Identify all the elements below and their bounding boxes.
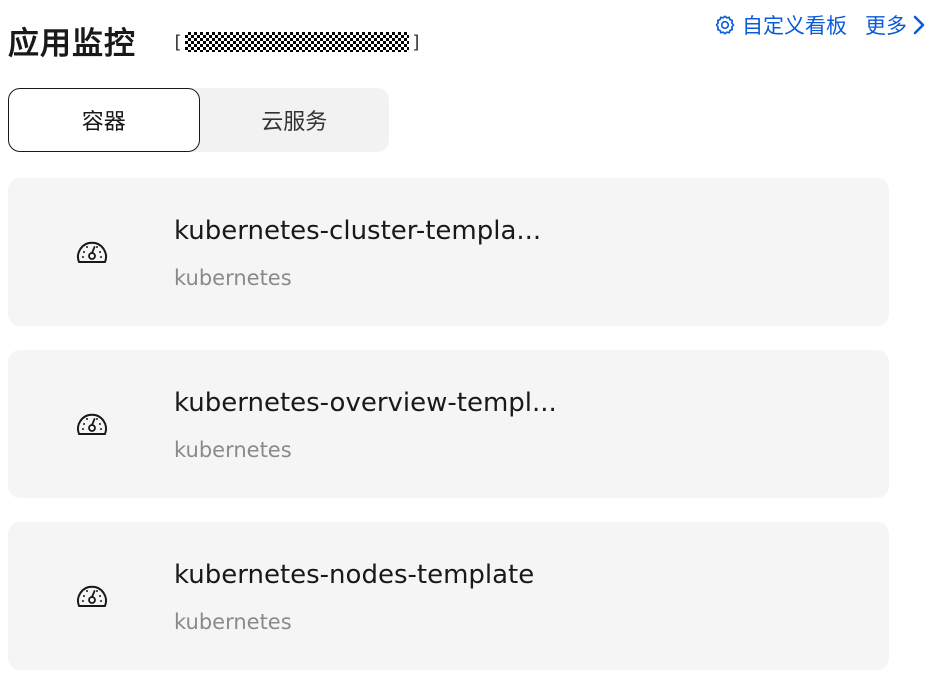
customize-dashboard-link[interactable]: 自定义看板 bbox=[714, 10, 847, 40]
masked-region-name: [ ] bbox=[172, 30, 422, 54]
bracket-close: ] bbox=[411, 31, 422, 53]
redacted-text bbox=[184, 32, 410, 52]
dashboard-category: kubernetes bbox=[174, 610, 292, 634]
dashboard-gauge-icon bbox=[77, 585, 107, 607]
more-link[interactable]: 更多 bbox=[865, 10, 925, 40]
gear-icon bbox=[715, 15, 735, 35]
customize-dashboard-label: 自定义看板 bbox=[742, 14, 847, 38]
chevron-right-icon bbox=[913, 15, 925, 35]
dashboard-card[interactable]: kubernetes-overview-templ... kubernetes bbox=[8, 350, 889, 498]
dashboard-category: kubernetes bbox=[174, 266, 292, 290]
bracket-open: [ bbox=[172, 31, 183, 53]
dashboard-name: kubernetes-cluster-templa... bbox=[174, 216, 542, 246]
dashboard-name: kubernetes-nodes-template bbox=[174, 560, 535, 590]
dashboard-list: kubernetes-cluster-templa... kubernetes … bbox=[8, 178, 889, 694]
dashboard-gauge-icon bbox=[77, 241, 107, 263]
dashboard-gauge-icon bbox=[77, 413, 107, 435]
dashboard-card[interactable]: kubernetes-nodes-template kubernetes bbox=[8, 522, 889, 670]
more-label: 更多 bbox=[865, 14, 907, 38]
dashboard-card[interactable]: kubernetes-cluster-templa... kubernetes bbox=[8, 178, 889, 326]
page-title: 应用监控 bbox=[8, 26, 136, 62]
dashboard-category: kubernetes bbox=[174, 438, 292, 462]
tab-cloud-service[interactable]: 云服务 bbox=[200, 88, 390, 152]
header-actions: 自定义看板 更多 bbox=[714, 8, 925, 42]
tab-container[interactable]: 容器 bbox=[8, 88, 200, 152]
dashboard-name: kubernetes-overview-templ... bbox=[174, 388, 557, 418]
tab-switcher: 容器 云服务 bbox=[8, 88, 389, 152]
